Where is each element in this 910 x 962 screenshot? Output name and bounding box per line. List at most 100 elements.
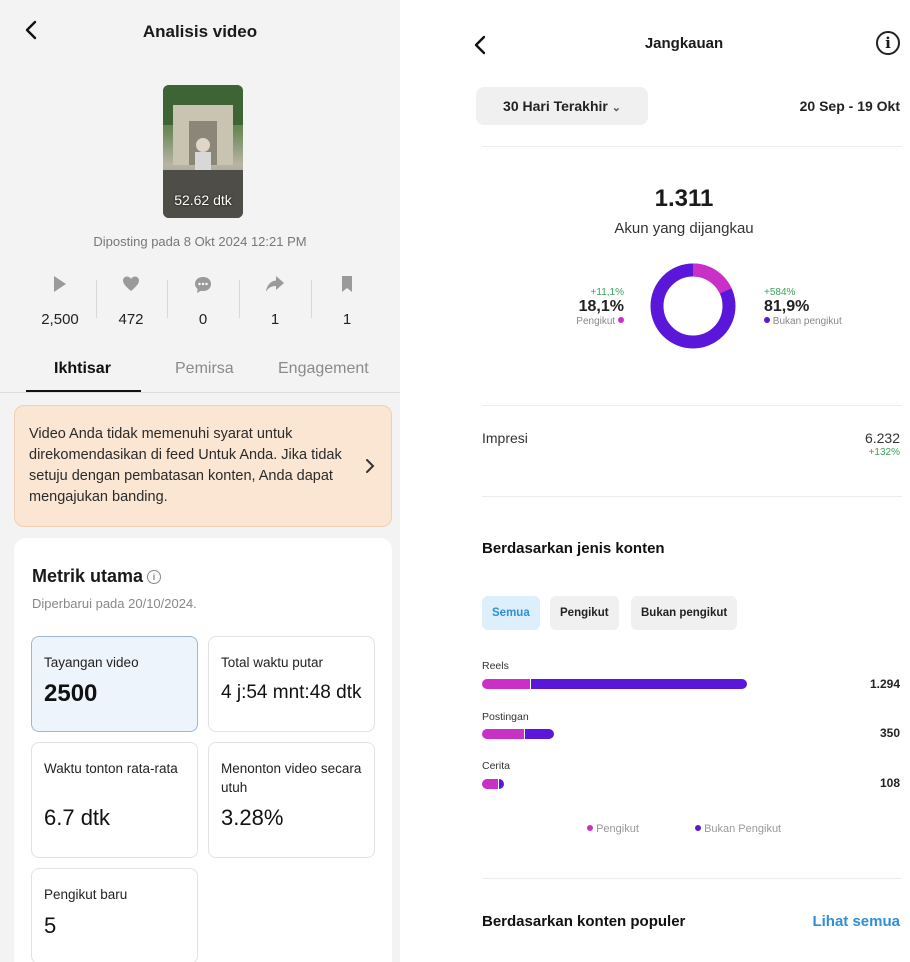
bar-label-posts: Postingan — [482, 711, 529, 723]
metric-label: Tayangan video — [44, 655, 139, 670]
reach-donut-chart — [648, 261, 738, 351]
info-icon[interactable]: i — [147, 570, 162, 584]
metric-average-watch-time[interactable]: Waktu tonton rata-rata 6.7 dtk — [31, 742, 198, 858]
date-range-dropdown[interactable]: 30 Hari Terakhir ⌄ — [476, 87, 648, 125]
comment-icon — [195, 277, 211, 293]
legend-dot — [695, 825, 701, 831]
tab-overview[interactable]: Ikhtisar — [54, 360, 111, 378]
non-followers-pct: 81,9% — [764, 298, 810, 315]
divider — [482, 146, 902, 147]
metric-total-watch-time[interactable]: Total waktu putar 4 j:54 mnt:48 dtk — [208, 636, 375, 732]
divider — [482, 878, 902, 879]
metrics-updated: Diperbarui pada 20/10/2024. — [32, 596, 197, 611]
heart-icon — [123, 276, 139, 291]
stat-value: 0 — [198, 311, 208, 328]
metric-video-views[interactable]: Tayangan video 2500 — [31, 636, 198, 732]
followers-stat: +11,1% 18,1% Pengikut — [554, 287, 624, 327]
metric-value: 6.7 dtk — [44, 805, 111, 830]
metric-label: Pengikut baru — [44, 887, 128, 902]
stat-likes: 472 — [101, 275, 161, 328]
play-icon — [54, 276, 66, 292]
date-range-text: 20 Sep - 19 Okt — [799, 98, 900, 114]
impressions-value: 6.232 — [864, 430, 900, 446]
share-icon — [266, 276, 284, 292]
bar-label-stories: Cerita — [482, 760, 511, 772]
posted-date: Diposting pada 8 Okt 2024 12:21 PM — [93, 234, 307, 249]
reach-panel: Jangkauan i 30 Hari Terakhir ⌄ 20 Sep - … — [458, 0, 910, 962]
stat-shares: 1 — [245, 275, 305, 328]
content-type-title: Berdasarkan jenis konten — [482, 540, 665, 557]
bar-non-followers-segment — [524, 729, 554, 739]
accounts-reached-total: 1.311 — [654, 185, 714, 212]
stat-value: 1 — [270, 311, 280, 328]
bar-stories — [482, 779, 505, 789]
see-all-link[interactable]: Lihat semua — [812, 913, 900, 930]
impressions-change: +132% — [868, 447, 900, 458]
stat-plays: 2,500 — [30, 275, 90, 328]
legend-followers: Pengikut — [587, 823, 639, 835]
key-metrics-card: Metrik utama i Diperbarui pada 20/10/2024… — [14, 538, 392, 962]
metric-label: Total waktu putar — [221, 655, 324, 670]
non-followers-label: Bukan pengikut — [772, 316, 842, 327]
metric-value: 3.28% — [221, 805, 284, 830]
bar-non-followers-segment — [529, 679, 747, 689]
bar-followers-segment — [482, 779, 498, 789]
bar-non-followers-segment — [497, 779, 505, 789]
legend-dot — [587, 825, 593, 831]
filter-chip-non-followers[interactable]: Bukan pengikut — [631, 596, 738, 630]
info-icon[interactable]: i — [876, 31, 900, 55]
followers-pct: 18,1% — [578, 298, 624, 315]
popular-content-title: Berdasarkan konten populer — [482, 913, 686, 930]
divider — [482, 405, 902, 406]
video-thumbnail[interactable]: 52.62 dtk — [163, 85, 243, 218]
non-followers-stat: +584% 81,9% Bukan pengikut — [764, 287, 884, 327]
metric-value: 4 j:54 mnt:48 dtk — [221, 682, 362, 703]
video-analysis-panel: Analisis video 52.62 dtk Diposting pada … — [0, 0, 400, 962]
metric-label: Waktu tonton rata-rata — [44, 761, 178, 776]
filter-chip-all[interactable]: Semua — [482, 596, 540, 630]
metric-value: 2500 — [44, 680, 98, 707]
bar-value-stories: 108 — [879, 776, 900, 790]
stat-saves: 1 — [317, 275, 377, 328]
video-duration: 52.62 dtk — [174, 192, 232, 208]
stat-value: 1 — [342, 311, 352, 328]
bar-reels — [482, 679, 747, 689]
metric-new-followers[interactable]: Pengikut baru 5 — [31, 868, 198, 962]
accounts-reached-label: Akun yang dijangkau — [614, 220, 754, 237]
metric-value: 5 — [44, 913, 57, 938]
metric-full-watch-rate[interactable]: Menonton video secara utuh 3.28% — [208, 742, 375, 858]
followers-label: Pengikut — [576, 316, 616, 327]
stat-comments: 0 — [173, 275, 233, 328]
tab-engagement[interactable]: Engagement — [278, 360, 369, 378]
chevron-right-icon — [365, 458, 375, 474]
active-tab-indicator — [26, 390, 141, 392]
bookmark-icon — [342, 276, 352, 292]
tab-audience[interactable]: Pemirsa — [175, 360, 234, 378]
metrics-title: Metrik utama i — [32, 566, 162, 587]
non-followers-change: +584% — [764, 287, 796, 298]
legend-dot — [618, 317, 624, 323]
legend-dot — [764, 317, 770, 323]
divider — [96, 280, 97, 318]
divider — [167, 280, 168, 318]
notice-text: Video Anda tidak memenuhi syarat untuk d… — [29, 426, 342, 505]
stat-value: 2,500 — [41, 311, 79, 328]
tab-divider — [0, 392, 400, 393]
bar-followers-segment — [482, 679, 530, 689]
filter-chip-followers[interactable]: Pengikut — [550, 596, 619, 630]
date-range-label: 30 Hari Terakhir — [503, 98, 608, 114]
stat-value: 472 — [118, 311, 144, 328]
divider — [311, 280, 312, 318]
bar-followers-segment — [482, 729, 525, 739]
bar-value-posts: 350 — [879, 726, 900, 740]
followers-change: +11,1% — [590, 287, 624, 298]
impressions-label: Impresi — [482, 430, 528, 446]
chevron-down-icon: ⌄ — [611, 102, 621, 114]
bar-posts — [482, 729, 554, 739]
page-title: Jangkauan — [644, 35, 724, 52]
recommendation-notice[interactable]: Video Anda tidak memenuhi syarat untuk d… — [14, 405, 392, 527]
divider — [239, 280, 240, 318]
bar-value-reels: 1.294 — [869, 677, 900, 691]
divider — [482, 496, 902, 497]
metric-label: Menonton video secara utuh — [221, 761, 362, 795]
